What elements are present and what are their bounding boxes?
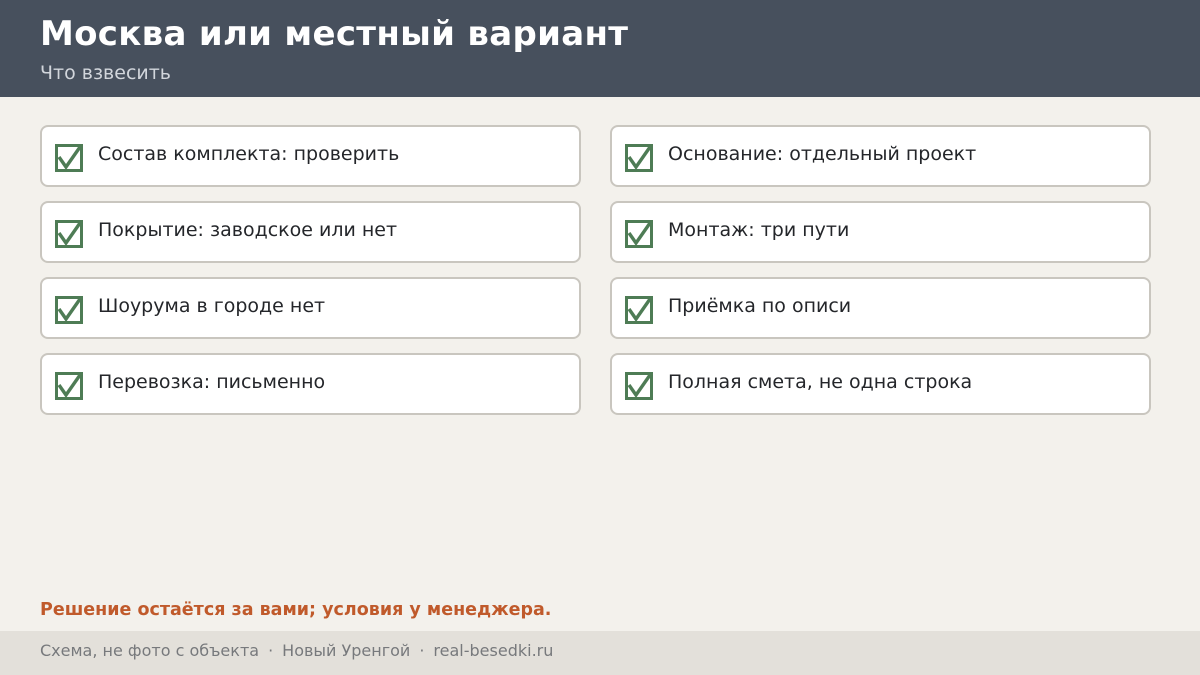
footer-city: Новый Уренгой [282, 641, 411, 660]
footer-text: Схема, не фото с объекта · Новый Уренгой · r… [40, 641, 553, 660]
checklist-item: Монтаж: три пути [610, 201, 1151, 263]
checklist-item: Основание: отдельный проект [610, 125, 1151, 187]
checkbox-checked-icon [625, 220, 653, 248]
checklist-item-label: Покрытие: заводское или нет [98, 219, 398, 241]
checkbox-checked-icon [625, 144, 653, 172]
checkbox-checked-icon [55, 372, 83, 400]
footer-note: Схема, не фото с объекта [40, 641, 260, 660]
header-banner: Москва или местный вариант Что взвесить [0, 0, 1200, 97]
checklist-item-label: Полная смета, не одна строка [668, 371, 973, 393]
decision-note: Решение остаётся за вами; условия у мене… [40, 600, 552, 620]
checkbox-checked-icon [55, 296, 83, 324]
checklist-item-label: Монтаж: три пути [668, 219, 850, 241]
checklist-item: Покрытие: заводское или нет [40, 201, 581, 263]
footer-separator: · [268, 641, 274, 660]
footer-site: real-besedki.ru [433, 641, 554, 660]
checklist-item: Шоурума в городе нет [40, 277, 581, 339]
checkbox-checked-icon [625, 372, 653, 400]
checklist-item: Приёмка по описи [610, 277, 1151, 339]
page-subtitle: Что взвесить [40, 62, 172, 84]
footer-bar: Схема, не фото с объекта · Новый Уренгой · r… [0, 631, 1200, 675]
checkbox-checked-icon [625, 296, 653, 324]
checklist-item-label: Шоурума в городе нет [98, 295, 326, 317]
checklist-item-label: Состав комплекта: проверить [98, 143, 400, 165]
checklist-item-label: Перевозка: письменно [98, 371, 326, 393]
footer-separator: · [419, 641, 425, 660]
checklist-item: Перевозка: письменно [40, 353, 581, 415]
checklist-item-label: Приёмка по описи [668, 295, 852, 317]
checkbox-checked-icon [55, 144, 83, 172]
checklist-item-label: Основание: отдельный проект [668, 143, 977, 165]
checklist-item: Состав комплекта: проверить [40, 125, 581, 187]
checkbox-checked-icon [55, 220, 83, 248]
page-title: Москва или местный вариант [40, 14, 629, 54]
checklist-item: Полная смета, не одна строка [610, 353, 1151, 415]
